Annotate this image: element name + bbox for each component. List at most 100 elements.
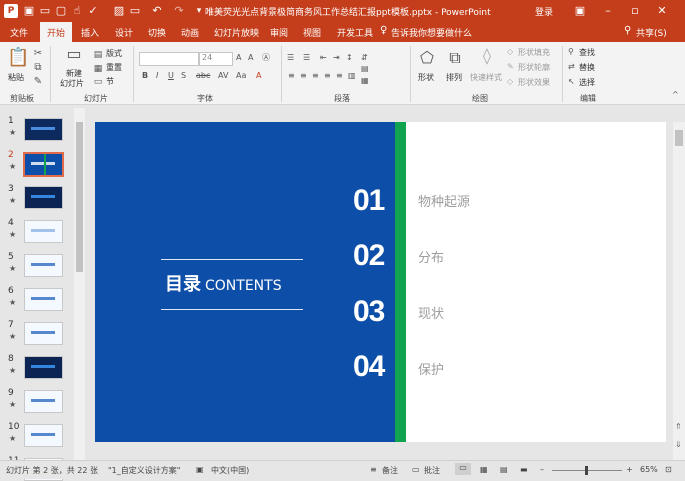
columns-icon[interactable]: ▥ <box>348 71 356 81</box>
customize-icon[interactable]: ▾ <box>192 4 206 18</box>
language-indicator[interactable]: 中文(中国) <box>211 465 249 476</box>
bullets-icon[interactable]: ☰ <box>287 53 294 63</box>
tell-me-search[interactable]: 告诉我你想要做什么 <box>391 26 472 39</box>
prev-slide-icon[interactable]: ⇑ <box>675 422 682 431</box>
clear-format-icon[interactable]: Ⓐ <box>262 53 270 63</box>
slide-thumbnail[interactable] <box>24 356 63 379</box>
new-slide-label-2[interactable]: 幻灯片 <box>60 78 84 89</box>
paste-button[interactable]: 粘贴 <box>8 72 24 83</box>
tab-file[interactable]: 文件 <box>10 26 28 39</box>
thumbnail-scrollbar-thumb[interactable] <box>76 122 83 272</box>
change-case-icon[interactable]: Aa <box>236 71 246 81</box>
tab-home-container[interactable]: 开始 <box>40 22 72 42</box>
quick-styles-icon[interactable]: ◊ <box>476 48 498 64</box>
tab-slideshow[interactable]: 幻灯片放映 <box>214 26 259 39</box>
save-icon[interactable]: ▣ <box>22 4 36 18</box>
underline-icon[interactable]: U <box>168 71 174 81</box>
replace-button[interactable]: 替换 <box>579 62 595 73</box>
numbering-icon[interactable]: ☰ <box>303 53 310 63</box>
slide-heading[interactable]: 目录 CONTENTS <box>165 270 315 296</box>
increase-indent-icon[interactable]: ⇥ <box>333 53 340 63</box>
zoom-level[interactable]: 65% <box>640 465 658 474</box>
slide-thumbnail[interactable] <box>24 288 63 311</box>
shape-outline-icon[interactable]: ✎ <box>507 62 514 72</box>
touch-mode-icon[interactable]: ☝ <box>70 4 84 18</box>
present-icon[interactable]: ▭ <box>128 4 142 18</box>
reading-view-icon[interactable]: ▤ <box>500 465 508 474</box>
tab-view[interactable]: 视图 <box>303 26 321 39</box>
grow-font-icon[interactable]: A <box>236 53 241 63</box>
undo-icon[interactable]: ↶ <box>150 4 164 18</box>
quick-styles-button[interactable]: 快速样式 <box>470 72 502 83</box>
shrink-font-icon[interactable]: A <box>248 53 253 63</box>
align-text-icon[interactable]: ▤ <box>361 64 369 74</box>
align-center-icon[interactable]: ≡ <box>300 71 307 81</box>
justify-icon[interactable]: ≡ <box>324 71 331 81</box>
new-icon[interactable]: ▢ <box>54 4 68 18</box>
login-link[interactable]: 登录 <box>535 5 553 18</box>
shape-effects-icon[interactable]: ◇ <box>507 77 513 87</box>
slide-thumbnail[interactable] <box>24 118 63 141</box>
slide-thumbnail[interactable] <box>23 152 64 177</box>
close-icon[interactable]: ✕ <box>654 3 670 19</box>
font-name-input[interactable] <box>139 52 199 66</box>
layout-button[interactable]: 版式 <box>106 48 122 59</box>
slide-thumbnail[interactable] <box>24 322 63 345</box>
thumbnail-scrollbar[interactable] <box>74 108 85 460</box>
select-icon[interactable]: ↖ <box>568 77 575 87</box>
tab-developer[interactable]: 开发工具 <box>337 26 373 39</box>
slide-thumbnail[interactable] <box>24 254 63 277</box>
tab-home[interactable]: 开始 <box>47 26 65 39</box>
open-icon[interactable]: ▭ <box>38 4 52 18</box>
select-button[interactable]: 选择 <box>579 77 595 88</box>
shape-fill-icon[interactable]: ◇ <box>507 47 513 57</box>
tab-animations[interactable]: 动画 <box>181 26 199 39</box>
bold-icon[interactable]: B <box>142 71 148 81</box>
align-right-icon[interactable]: ≡ <box>312 71 319 81</box>
slide-canvas[interactable]: 目录 CONTENTS 01 02 03 04 物种起源 分布 现状 保护 <box>95 122 666 442</box>
slide-scrollbar[interactable]: ⇑ ⇓ <box>673 122 685 460</box>
collapse-ribbon-icon[interactable]: ^ <box>672 90 679 100</box>
replace-icon[interactable]: ⇄ <box>568 62 575 72</box>
next-slide-icon[interactable]: ⇓ <box>675 440 682 449</box>
zoom-slider-thumb[interactable] <box>584 466 588 475</box>
slide-sorter-icon[interactable]: ▦ <box>480 465 488 474</box>
item-text-01[interactable]: 物种起源 <box>418 191 470 210</box>
smartart-icon[interactable]: ▦ <box>361 76 369 86</box>
arrange-button[interactable]: 排列 <box>446 72 462 83</box>
align-left-icon[interactable]: ≡ <box>288 71 295 81</box>
item-number-04[interactable]: 04 <box>353 350 385 384</box>
shapes-icon[interactable]: ⬠ <box>416 50 438 66</box>
find-button[interactable]: 查找 <box>579 47 595 58</box>
tab-review[interactable]: 审阅 <box>270 26 288 39</box>
shape-effects-button[interactable]: 形状效果 <box>518 77 550 88</box>
slide-thumbnail[interactable] <box>24 220 63 243</box>
line-spacing-icon[interactable]: ↕ <box>346 53 353 63</box>
text-direction-icon[interactable]: ⇵ <box>361 53 368 63</box>
check-icon[interactable]: ✓ <box>86 4 100 18</box>
share-button[interactable]: 共享(S) <box>636 26 667 39</box>
item-text-04[interactable]: 保护 <box>418 359 444 378</box>
comments-icon[interactable]: ▭ <box>412 465 420 474</box>
slide-thumbnail[interactable] <box>24 424 63 447</box>
char-spacing-icon[interactable]: AV <box>218 71 228 81</box>
italic-icon[interactable]: I <box>156 71 158 81</box>
slideshow-icon[interactable]: ▬ <box>520 465 528 474</box>
decrease-indent-icon[interactable]: ⇤ <box>320 53 327 63</box>
spellcheck-icon[interactable]: ▣ <box>196 465 204 474</box>
strikethrough-icon[interactable]: abc <box>196 71 210 81</box>
font-size-input[interactable]: 24 <box>199 52 233 66</box>
shadow-icon[interactable]: S <box>181 71 186 81</box>
notes-button[interactable]: 备注 <box>382 465 398 476</box>
find-icon[interactable]: ⚲ <box>568 47 574 57</box>
zoom-in-icon[interactable]: + <box>626 465 633 474</box>
item-number-02[interactable]: 02 <box>353 239 385 273</box>
ribbon-display-icon[interactable]: ▣ <box>572 3 588 19</box>
shapes-button[interactable]: 形状 <box>418 72 434 83</box>
font-color-icon[interactable]: A <box>256 71 261 81</box>
maximize-icon[interactable]: ▫ <box>627 3 643 19</box>
comments-button[interactable]: 批注 <box>424 465 440 476</box>
section-button[interactable]: 节 <box>106 76 114 87</box>
reset-button[interactable]: 重置 <box>106 62 122 73</box>
new-slide-icon[interactable]: ▭ <box>64 46 84 62</box>
